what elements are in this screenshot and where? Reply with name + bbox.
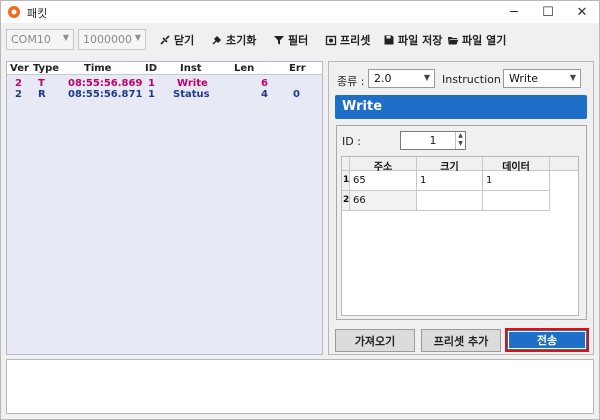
log-area[interactable] [6, 359, 594, 414]
spin-arrows-icon[interactable]: ▲ ▼ [455, 132, 465, 149]
address-cell[interactable]: 66 [350, 191, 417, 211]
packet-editor: 종류 : 2.0 ▼ Instruction : Write ▼ Write I… [328, 61, 594, 355]
broom-icon [212, 36, 221, 45]
packet-inst: Status [173, 89, 210, 100]
data-cell[interactable]: 1 [483, 171, 550, 191]
filter-button[interactable]: 필터 [273, 31, 308, 49]
toolbar: COM10 ▼ 1000000 ▼ 닫기 초기화 필터 프리셋 파일 저장 파일… [1, 23, 599, 57]
preset-button[interactable]: 프리셋 [325, 31, 370, 49]
packet-err: 0 [293, 89, 300, 100]
folder-open-icon [448, 37, 459, 45]
col-id-header: ID [145, 63, 158, 74]
chevron-down-icon: ▼ [569, 73, 576, 82]
packet-row[interactable]: 2 R 08:55:56.871 1 Status 4 0 [7, 88, 322, 100]
col-len-header: Len [234, 63, 255, 74]
send-button[interactable]: 전송 [505, 328, 589, 352]
chevron-down-icon: ▼ [423, 73, 430, 82]
baud-value: 1000000 [83, 33, 132, 46]
col-ver-header: Ver [10, 63, 29, 74]
packet-list-header: Ver Type Time ID Inst Len Err [7, 62, 322, 75]
id-label: ID : [342, 135, 361, 148]
col-type-header: Type [33, 63, 60, 74]
open-file-button[interactable]: 파일 열기 [447, 31, 506, 49]
baud-select[interactable]: 1000000 ▼ [78, 29, 146, 50]
col-err-header: Err [289, 63, 306, 74]
data-cell[interactable] [483, 191, 550, 211]
minimize-button[interactable]: ─ [497, 1, 531, 23]
save-icon [384, 35, 394, 45]
packet-id: 1 [148, 89, 155, 100]
window-title: 패킷 [27, 7, 48, 20]
col-time-header: Time [84, 63, 112, 74]
grid-corner [342, 157, 350, 171]
add-preset-button[interactable]: 프리셋 추가 [421, 329, 501, 352]
fetch-button[interactable]: 가져오기 [335, 329, 415, 352]
open-file-label: 파일 열기 [462, 34, 507, 47]
port-select[interactable]: COM10 ▼ [6, 29, 74, 50]
filter-icon [274, 36, 284, 45]
size-cell[interactable] [417, 191, 483, 211]
kind-select[interactable]: 2.0 ▼ [368, 69, 435, 88]
preset-label: 프리셋 [340, 34, 371, 47]
col-inst-header: Inst [180, 63, 202, 74]
unplug-icon [160, 35, 170, 45]
id-value: 1 [429, 134, 437, 147]
app-logo-icon [8, 6, 20, 18]
parameter-panel: ID : 1 ▲ ▼ 주소 크기 데이터 1 65 1 1 2 66 [336, 125, 587, 320]
parameter-grid[interactable]: 주소 크기 데이터 1 65 1 1 2 66 [341, 156, 579, 316]
filter-label: 필터 [288, 34, 309, 47]
packet-time: 08:55:56.871 [68, 89, 143, 100]
col-data-header: 데이터 [483, 157, 550, 173]
title-bar: 패킷 ─ ☐ ✕ [1, 1, 599, 23]
instruction-select[interactable]: Write ▼ [503, 69, 581, 88]
maximize-button[interactable]: ☐ [531, 1, 565, 23]
kind-value: 2.0 [374, 72, 392, 85]
reset-button[interactable]: 초기화 [211, 31, 256, 49]
close-window-button[interactable]: ✕ [565, 1, 599, 23]
instruction-label: Instruction : [442, 73, 509, 86]
close-port-button[interactable]: 닫기 [159, 31, 194, 49]
col-size-header: 크기 [417, 157, 483, 173]
size-cell[interactable]: 1 [417, 171, 483, 191]
row-index: 2 [342, 191, 350, 211]
instruction-banner: Write [335, 95, 587, 119]
kind-label: 종류 : [337, 75, 365, 88]
preset-icon [325, 35, 337, 46]
packet-list[interactable]: Ver Type Time ID Inst Len Err 2 T 08:55:… [6, 61, 323, 355]
col-address-header: 주소 [350, 157, 417, 173]
reset-label: 초기화 [226, 34, 257, 47]
packet-window: 패킷 ─ ☐ ✕ COM10 ▼ 1000000 ▼ 닫기 초기화 필터 프리셋 [0, 0, 600, 420]
id-spinbox[interactable]: 1 ▲ ▼ [400, 131, 466, 150]
instruction-value: Write [509, 72, 539, 85]
address-cell[interactable]: 65 [350, 171, 417, 191]
grid-header-filler [550, 157, 578, 171]
save-file-label: 파일 저장 [398, 34, 443, 47]
chevron-down-icon: ▼ [62, 33, 69, 42]
chevron-down-icon: ▼ [134, 33, 141, 42]
row-index: 1 [342, 171, 350, 191]
packet-type: R [38, 89, 46, 100]
save-file-button[interactable]: 파일 저장 [383, 31, 442, 49]
port-value: COM10 [11, 33, 51, 46]
packet-ver: 2 [15, 89, 22, 100]
close-port-label: 닫기 [174, 34, 195, 47]
packet-len: 4 [261, 89, 268, 100]
